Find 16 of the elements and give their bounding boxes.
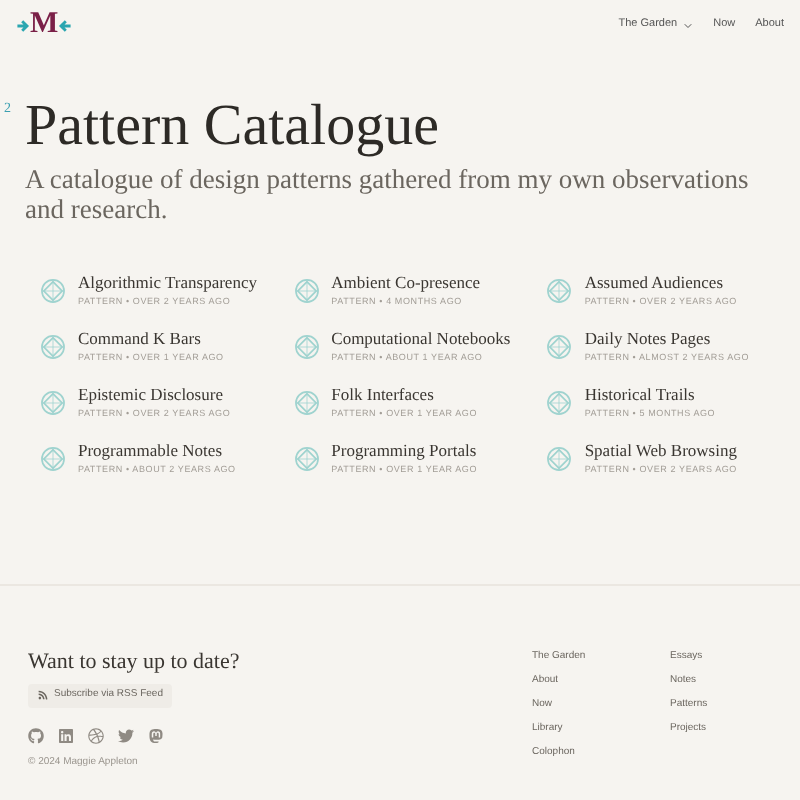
logo[interactable]: M (30, 10, 59, 40)
pattern-title: Ambient Co-presence (331, 272, 481, 294)
page-subtitle: A catalogue of design patterns gathered from my own observations and research. (25, 164, 751, 224)
pattern-title: Algorithmic Transparency (78, 272, 257, 294)
pattern-title: Programming Portals (331, 440, 477, 462)
pattern-title: Programmable Notes (78, 440, 224, 462)
newsletter-heading: Want to stay up to date? (28, 650, 240, 676)
pattern-title: Command K Bars (78, 328, 203, 350)
pattern-title: Folk Interfaces (331, 384, 436, 406)
pattern-title: Assumed Audiences (584, 272, 725, 294)
pattern-title: Computational Notebooks (331, 328, 511, 350)
pattern-title: Spatial Web Browsing (584, 440, 737, 462)
pattern-title: Historical Trails (584, 384, 697, 406)
page-title: Pattern Catalogue (25, 94, 441, 158)
pattern-title: Daily Notes Pages (584, 328, 713, 350)
pattern-title: Epistemic Disclosure (78, 384, 225, 406)
